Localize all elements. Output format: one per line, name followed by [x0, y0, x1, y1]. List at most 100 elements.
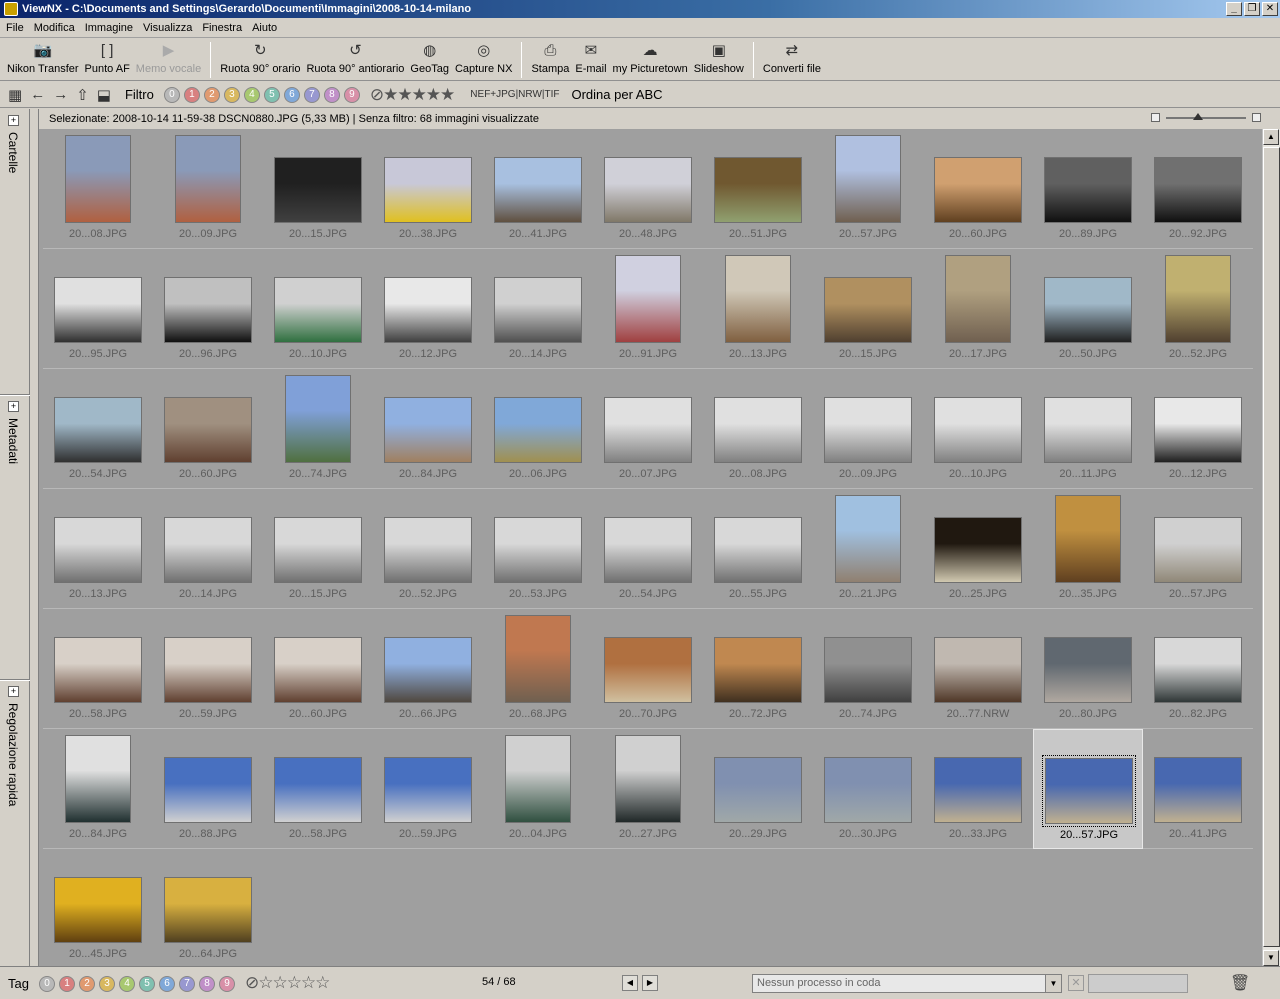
thumbnail-image[interactable]: [274, 517, 362, 583]
thumbnail-item[interactable]: 20...14.JPG: [153, 489, 263, 609]
menu-aiuto[interactable]: Aiuto: [248, 22, 283, 34]
thumbnail-image[interactable]: [934, 397, 1022, 463]
thumbnail-image[interactable]: [1044, 397, 1132, 463]
expand-icon[interactable]: +: [8, 401, 19, 412]
thumbnail-size-slider[interactable]: [1166, 112, 1246, 120]
thumbnail-image[interactable]: [934, 637, 1022, 703]
thumbnail-image[interactable]: [274, 157, 362, 223]
thumbnail-item[interactable]: 20...35.JPG: [1033, 489, 1143, 609]
thumbnail-image[interactable]: [164, 517, 252, 583]
forward-arrow-icon[interactable]: →: [53, 86, 68, 103]
expand-icon[interactable]: +: [8, 115, 19, 126]
thumbnail-image[interactable]: [1154, 757, 1242, 823]
thumbnail-image[interactable]: [54, 517, 142, 583]
next-image-button[interactable]: ▶: [642, 975, 658, 991]
thumbnail-image[interactable]: [164, 637, 252, 703]
thumbnail-item[interactable]: 20...54.JPG: [593, 489, 703, 609]
menu-modifica[interactable]: Modifica: [30, 22, 81, 34]
thumbnail-item[interactable]: 20...57.JPG: [813, 129, 923, 249]
toolbar-button-stampa[interactable]: ⎙ Stampa: [528, 39, 572, 75]
open-with-icon[interactable]: ⬓: [97, 86, 111, 104]
thumbnail-item[interactable]: 20...54.JPG: [43, 369, 153, 489]
toolbar-button-my-picturetown[interactable]: ☁ my Picturetown: [610, 39, 691, 75]
tag-label-0[interactable]: 0: [38, 975, 55, 992]
filter-label-1[interactable]: 1: [183, 87, 200, 103]
thumbnail-item[interactable]: 20...45.JPG: [43, 849, 153, 966]
thumbnail-image[interactable]: [384, 757, 472, 823]
thumbnail-image[interactable]: [164, 877, 252, 943]
thumbnail-item[interactable]: 20...53.JPG: [483, 489, 593, 609]
thumbnail-item[interactable]: 20...09.JPG: [153, 129, 263, 249]
filter-label-4[interactable]: 4: [243, 87, 260, 103]
thumbnail-item[interactable]: 20...57.JPG: [1143, 489, 1253, 609]
filter-label-8[interactable]: 8: [323, 87, 340, 103]
thumbnail-item[interactable]: 20...60.JPG: [153, 369, 263, 489]
thumbnail-image[interactable]: [494, 397, 582, 463]
thumbnail-image[interactable]: [274, 637, 362, 703]
thumbnail-item[interactable]: 20...07.JPG: [593, 369, 703, 489]
thumbnail-item[interactable]: 20...41.JPG: [483, 129, 593, 249]
tag-rating[interactable]: ⊘☆☆☆☆☆: [245, 973, 330, 993]
thumbnail-image[interactable]: [285, 375, 351, 463]
thumbnail-image[interactable]: [384, 637, 472, 703]
thumbnail-item[interactable]: 20...17.JPG: [923, 249, 1033, 369]
thumbnail-item[interactable]: 20...80.JPG: [1033, 609, 1143, 729]
tag-label-8[interactable]: 8: [198, 975, 215, 992]
thumbnail-item[interactable]: 20...84.JPG: [43, 729, 153, 849]
thumbnail-image[interactable]: [274, 757, 362, 823]
thumbnail-image[interactable]: [164, 397, 252, 463]
thumbnail-image[interactable]: [1042, 755, 1136, 827]
thumbnail-image[interactable]: [604, 517, 692, 583]
thumbnail-image[interactable]: [714, 637, 802, 703]
thumbnail-item[interactable]: 20...08.JPG: [43, 129, 153, 249]
scroll-thumb[interactable]: [1263, 147, 1280, 947]
thumbnail-image[interactable]: [604, 637, 692, 703]
thumbnail-item[interactable]: 20...08.JPG: [703, 369, 813, 489]
thumbnail-item[interactable]: 20...50.JPG: [1033, 249, 1143, 369]
thumbnail-image[interactable]: [604, 157, 692, 223]
thumbnail-image[interactable]: [615, 255, 681, 343]
filter-label-7[interactable]: 7: [303, 87, 320, 103]
tag-label-6[interactable]: 6: [158, 975, 175, 992]
small-size-icon[interactable]: [1151, 113, 1160, 122]
thumbnail-item[interactable]: 20...89.JPG: [1033, 129, 1143, 249]
thumbnail-image[interactable]: [384, 517, 472, 583]
thumbnail-item[interactable]: 20...68.JPG: [483, 609, 593, 729]
menu-file[interactable]: File: [2, 22, 30, 34]
process-queue-select[interactable]: Nessun processo in coda ▼: [752, 974, 1062, 993]
thumbnail-image[interactable]: [1154, 397, 1242, 463]
filter-label-3[interactable]: 3: [223, 87, 240, 103]
tab-regolazione-rapida[interactable]: + Regolazione rapida: [4, 686, 26, 806]
thumbnail-image[interactable]: [714, 517, 802, 583]
thumbnail-item[interactable]: 20...91.JPG: [593, 249, 703, 369]
thumbnail-item[interactable]: 20...41.JPG: [1143, 729, 1253, 849]
toolbar-button-memo-vocale[interactable]: ▶ Memo vocale: [133, 39, 204, 75]
thumbnail-image[interactable]: [494, 277, 582, 343]
filter-label-6[interactable]: 6: [283, 87, 300, 103]
thumbnail-item[interactable]: 20...82.JPG: [1143, 609, 1253, 729]
thumbnail-item[interactable]: 20...74.JPG: [263, 369, 373, 489]
thumbnail-item[interactable]: 20...13.JPG: [703, 249, 813, 369]
thumbnail-item[interactable]: 20...57.JPG: [1033, 729, 1143, 849]
thumbnail-image[interactable]: [1044, 277, 1132, 343]
thumbnail-item[interactable]: 20...74.JPG: [813, 609, 923, 729]
thumbnail-image[interactable]: [494, 517, 582, 583]
folder-up-icon[interactable]: ⇧: [76, 86, 89, 104]
menu-finestra[interactable]: Finestra: [198, 22, 248, 34]
toolbar-button-ruota-90-antiorario[interactable]: ↺ Ruota 90° antiorario: [303, 39, 407, 75]
thumbnail-item[interactable]: 20...12.JPG: [1143, 369, 1253, 489]
thumbnail-item[interactable]: 20...88.JPG: [153, 729, 263, 849]
toolbar-button-e-mail[interactable]: ✉ E-mail: [572, 39, 609, 75]
thumbnail-item[interactable]: 20...48.JPG: [593, 129, 703, 249]
thumbnail-image[interactable]: [384, 397, 472, 463]
thumbnail-item[interactable]: 20...38.JPG: [373, 129, 483, 249]
thumbnail-image[interactable]: [1154, 157, 1242, 223]
filter-label-5[interactable]: 5: [263, 87, 280, 103]
thumbnail-item[interactable]: 20...60.JPG: [263, 609, 373, 729]
thumbnail-image[interactable]: [1154, 517, 1242, 583]
thumbnail-item[interactable]: 20...12.JPG: [373, 249, 483, 369]
expand-icon[interactable]: +: [8, 686, 19, 697]
thumbnail-item[interactable]: 20...59.JPG: [153, 609, 263, 729]
toolbar-button-ruota-90-orario[interactable]: ↻ Ruota 90° orario: [217, 39, 303, 75]
toolbar-button-punto-af[interactable]: [ ] Punto AF: [82, 39, 133, 75]
